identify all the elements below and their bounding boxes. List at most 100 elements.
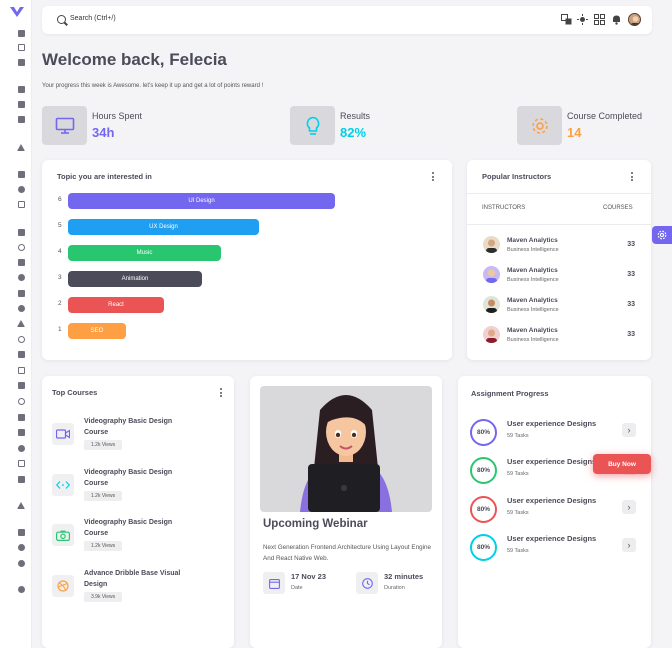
instructor-row[interactable]: Maven Analytics Business Intelligence 33 bbox=[483, 324, 635, 348]
assignment-item[interactable]: 80% User experience Designs 59 Tasks › bbox=[470, 417, 638, 447]
globe-icon[interactable] bbox=[16, 242, 26, 252]
sun-icon[interactable] bbox=[577, 14, 588, 25]
share-alt-icon[interactable] bbox=[16, 584, 26, 594]
instructor-course-count: 33 bbox=[627, 301, 635, 308]
calendar-icon[interactable] bbox=[16, 99, 26, 109]
course-item[interactable]: Videography Basic Design Course 1.2k Vie… bbox=[52, 416, 222, 462]
layers-icon[interactable] bbox=[16, 474, 26, 484]
webinar-duration: 32 minutes bbox=[384, 572, 424, 581]
topic-bar: UX Design bbox=[68, 219, 259, 235]
webinar-date-label: Date bbox=[291, 585, 303, 591]
help-icon[interactable] bbox=[16, 303, 26, 313]
instructor-row[interactable]: Maven Analytics Business Intelligence 33 bbox=[483, 294, 635, 318]
chevron-right-icon[interactable]: › bbox=[622, 538, 636, 552]
file-icon[interactable] bbox=[16, 57, 26, 67]
book-icon[interactable] bbox=[16, 169, 26, 179]
share-icon[interactable] bbox=[16, 184, 26, 194]
webinar-duration-label: Duration bbox=[384, 585, 405, 591]
wrench-icon[interactable] bbox=[16, 527, 26, 537]
alert-icon[interactable] bbox=[16, 318, 26, 328]
lock-icon[interactable] bbox=[16, 257, 26, 267]
chevron-right-icon[interactable]: › bbox=[622, 423, 636, 437]
top-navbar: Search (Ctrl+/) bbox=[42, 6, 652, 34]
course-title: Videography Basic Design Course bbox=[84, 469, 173, 487]
assignment-tasks: 59 Tasks bbox=[507, 471, 529, 477]
bell-icon[interactable] bbox=[611, 14, 622, 25]
plug-icon[interactable] bbox=[16, 427, 26, 437]
topic-bar: Music bbox=[68, 245, 221, 261]
customizer-toggle[interactable] bbox=[652, 226, 672, 244]
brand-logo[interactable] bbox=[9, 4, 25, 20]
monitor-icon bbox=[42, 106, 87, 145]
course-views-badge: 3.9k Views bbox=[84, 592, 123, 602]
progress-ring: 80% bbox=[470, 457, 497, 484]
webinar-title: Upcoming Webinar bbox=[263, 518, 368, 530]
instructor-subtitle: Business Intelligence bbox=[507, 277, 559, 283]
user-icon[interactable] bbox=[16, 272, 26, 282]
assignment-item[interactable]: 80% User experience Designs 59 Tasks › bbox=[470, 494, 638, 524]
assignment-item[interactable]: 80% User experience Designs 59 Tasks › bbox=[470, 532, 638, 562]
stat-label: Course Completed bbox=[567, 111, 643, 121]
course-item[interactable]: Videography Basic Design Course 1.2k Vie… bbox=[52, 467, 222, 513]
instructor-avatar bbox=[483, 266, 500, 283]
assignment-name: User experience Designs bbox=[507, 419, 597, 428]
column-header-instructors: INSTRUCTORS bbox=[482, 205, 526, 211]
card-title: Assignment Progress bbox=[471, 389, 549, 398]
instructor-row[interactable]: Maven Analytics Business Intelligence 33 bbox=[483, 234, 635, 258]
rocket-icon[interactable] bbox=[16, 500, 26, 510]
assignment-name: User experience Designs bbox=[507, 457, 597, 466]
sidebar bbox=[0, 0, 32, 648]
topics-card: Topic you are interested in 6 UI Design … bbox=[42, 160, 452, 360]
school-icon[interactable] bbox=[16, 142, 26, 152]
more-options-icon[interactable] bbox=[220, 388, 223, 397]
page-title: Welcome back, Felecia bbox=[42, 50, 227, 69]
course-title: Videography Basic Design Course bbox=[84, 418, 173, 436]
window-icon[interactable] bbox=[16, 458, 26, 468]
webinar-date: 17 Nov 23 bbox=[291, 572, 327, 581]
palette-icon[interactable] bbox=[16, 558, 26, 568]
more-options-icon[interactable] bbox=[631, 172, 634, 181]
webinar-description: Next Generation Frontend Architecture Us… bbox=[263, 544, 431, 562]
search-icon[interactable] bbox=[57, 15, 66, 24]
divider bbox=[467, 224, 651, 225]
course-item[interactable]: Videography Basic Design Course 1.2k Vie… bbox=[52, 517, 222, 563]
buy-now-button[interactable]: Buy Now bbox=[593, 454, 651, 474]
instructor-row[interactable]: Maven Analytics Business Intelligence 33 bbox=[483, 264, 635, 288]
search-input[interactable]: Search (Ctrl+/) bbox=[70, 15, 116, 22]
refresh-icon[interactable] bbox=[16, 396, 26, 406]
chart-icon[interactable] bbox=[16, 380, 26, 390]
more-options-icon[interactable] bbox=[432, 172, 435, 181]
course-item[interactable]: Advance Dribble Base Visual Design 3.9k … bbox=[52, 568, 222, 614]
webinar-card: Upcoming Webinar Next Generation Fronten… bbox=[250, 376, 442, 648]
divider bbox=[467, 193, 651, 194]
card-icon[interactable] bbox=[16, 199, 26, 209]
instructor-avatar bbox=[483, 236, 500, 253]
instructor-avatar bbox=[483, 326, 500, 343]
clock-icon bbox=[356, 572, 378, 594]
bar-count: 5 bbox=[58, 222, 62, 229]
dashboard-icon[interactable] bbox=[16, 28, 26, 38]
assignment-name: User experience Designs bbox=[507, 496, 597, 505]
shortcuts-icon[interactable] bbox=[594, 14, 605, 25]
chevron-right-icon[interactable]: › bbox=[622, 500, 636, 514]
topic-bar: UI Design bbox=[68, 193, 335, 209]
pin-icon[interactable] bbox=[16, 334, 26, 344]
stat-value: 82% bbox=[340, 125, 367, 140]
layout-icon[interactable] bbox=[16, 42, 26, 52]
translate-icon[interactable] bbox=[561, 14, 572, 25]
inbox-icon[interactable] bbox=[16, 84, 26, 94]
course-views-badge: 1.2k Views bbox=[84, 440, 123, 450]
card-title: Popular Instructors bbox=[482, 172, 552, 181]
bar-count: 6 bbox=[58, 196, 62, 203]
flag-icon[interactable] bbox=[16, 227, 26, 237]
tag-icon[interactable] bbox=[16, 288, 26, 298]
user-avatar[interactable] bbox=[628, 13, 641, 26]
fire-icon[interactable] bbox=[16, 443, 26, 453]
columns-icon[interactable] bbox=[16, 412, 26, 422]
table-icon[interactable] bbox=[16, 365, 26, 375]
assignment-card: Assignment Progress 80% User experience … bbox=[458, 376, 651, 648]
document-icon[interactable] bbox=[16, 349, 26, 359]
course-title: Advance Dribble Base Visual Design bbox=[84, 570, 181, 588]
question-icon[interactable] bbox=[16, 542, 26, 552]
cart-icon[interactable] bbox=[16, 114, 26, 124]
